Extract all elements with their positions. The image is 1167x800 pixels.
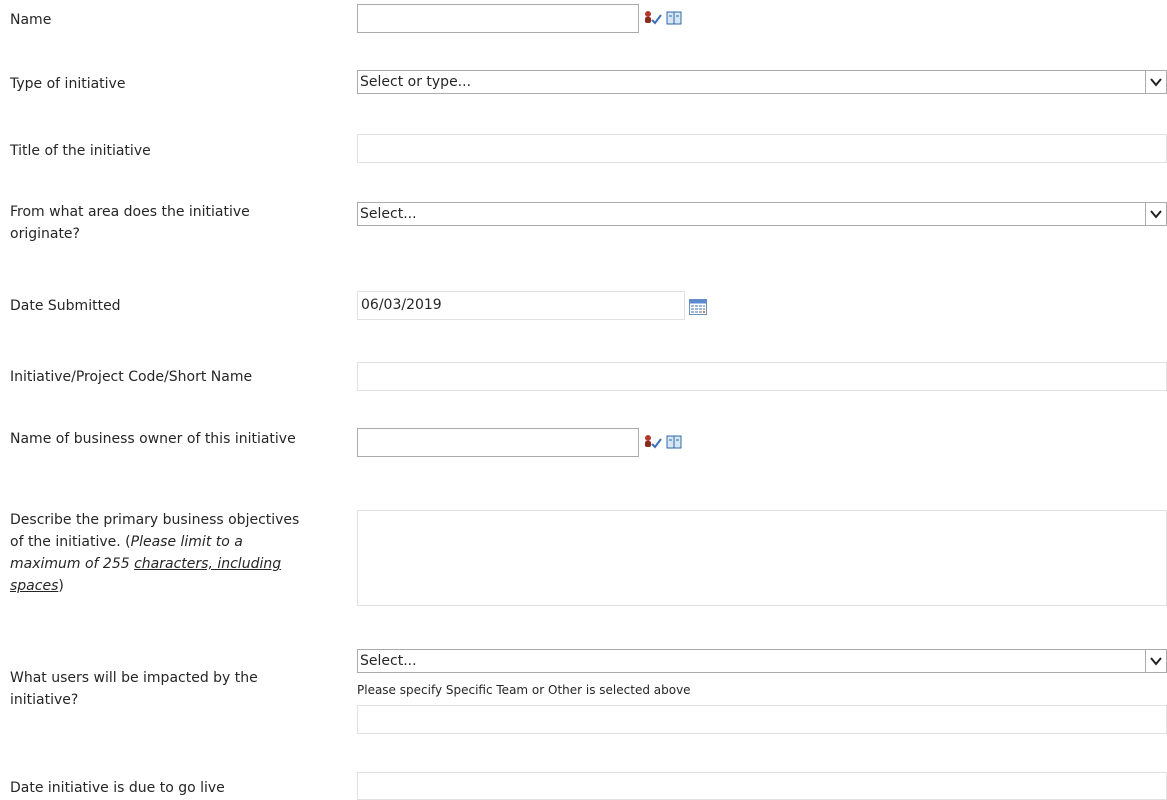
chevron-down-icon[interactable] <box>1145 203 1166 225</box>
objectives-textarea[interactable] <box>357 510 1167 606</box>
business-owner-people-picker[interactable] <box>357 428 639 457</box>
check-names-icon[interactable] <box>643 434 663 454</box>
origin-area-value: Select... <box>360 206 417 222</box>
name-people-picker[interactable] <box>357 4 639 33</box>
users-impacted-value: Select... <box>360 653 417 669</box>
users-impacted-label: What users will be impacted by the initi… <box>10 670 258 708</box>
objectives-label: Describe the primary business objectives… <box>10 509 310 597</box>
calendar-icon[interactable] <box>689 299 707 319</box>
origin-area-label: From what area does the initiative origi… <box>10 204 250 242</box>
date-submitted-label: Date Submitted <box>10 298 121 314</box>
date-submitted-input[interactable]: 06/03/2019 <box>357 291 685 320</box>
business-owner-label: Name of business owner of this initiativ… <box>10 431 296 447</box>
chevron-down-icon[interactable] <box>1145 650 1166 672</box>
title-label: Title of the initiative <box>10 143 151 159</box>
go-live-date-input[interactable] <box>357 772 1167 800</box>
type-of-initiative-select[interactable]: Select or type... <box>357 70 1167 94</box>
project-code-input[interactable] <box>357 362 1167 391</box>
address-book-icon[interactable] <box>666 435 682 453</box>
title-input[interactable] <box>357 134 1167 163</box>
users-impacted-select[interactable]: Select... <box>357 649 1167 673</box>
objectives-label-suffix: ) <box>58 578 64 594</box>
type-of-initiative-label: Type of initiative <box>10 76 126 92</box>
project-code-label: Initiative/Project Code/Short Name <box>10 369 253 385</box>
address-book-icon[interactable] <box>666 11 682 29</box>
users-impacted-hint: Please specify Specific Team or Other is… <box>357 683 691 697</box>
go-live-date-label: Date initiative is due to go live <box>10 780 225 796</box>
check-names-icon[interactable] <box>643 10 663 30</box>
users-impacted-specify-input[interactable] <box>357 705 1167 734</box>
type-of-initiative-value: Select or type... <box>360 74 472 90</box>
chevron-down-icon[interactable] <box>1145 71 1166 93</box>
origin-area-select[interactable]: Select... <box>357 202 1167 226</box>
name-label: Name <box>10 12 52 28</box>
